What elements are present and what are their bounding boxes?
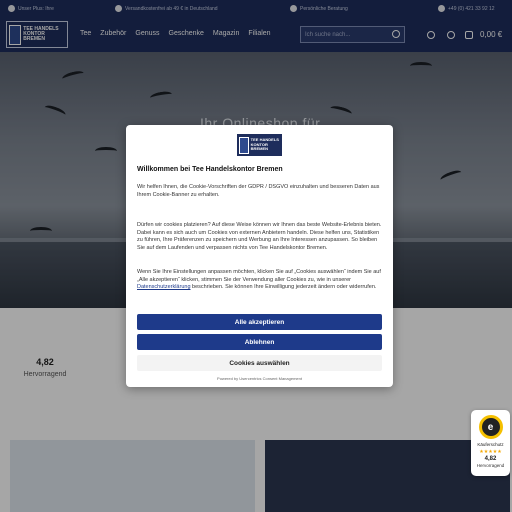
dialog-title: Willkommen bei Tee Handelskontor Bremen xyxy=(137,166,283,173)
dialog-settings-text: Wenn Sie Ihre Einstellungen anpassen möc… xyxy=(137,269,383,292)
logo-house-icon xyxy=(239,136,249,154)
consent-powered-by: Powered by Usercentrics Consent Manageme… xyxy=(217,376,302,381)
trust-seal-icon: e xyxy=(478,415,503,439)
select-cookies-button[interactable]: Cookies auswählen xyxy=(137,355,382,371)
trust-badge[interactable]: e Käuferschutz ★★★★★ 4,82 Hervorragend xyxy=(471,410,510,476)
privacy-policy-link[interactable]: Datenschutzerklärung xyxy=(137,284,191,290)
settings-text-before: Wenn Sie Ihre Einstellungen anpassen möc… xyxy=(137,269,381,283)
badge-label: Hervorragend xyxy=(476,463,505,468)
badge-title: Käuferschutz xyxy=(477,442,504,447)
cookie-consent-dialog: TEE HANDELS KONTOR BREMEN Willkommen bei… xyxy=(126,125,393,387)
settings-text-after: beschrieben. Sie können Ihre Einwilligun… xyxy=(190,284,377,291)
accept-all-button[interactable]: Alle akzeptieren xyxy=(137,314,382,330)
decline-button[interactable]: Ablehnen xyxy=(137,334,382,350)
dialog-logo-text: TEE HANDELS KONTOR BREMEN xyxy=(250,137,279,152)
dialog-logo: TEE HANDELS KONTOR BREMEN xyxy=(237,134,282,156)
badge-stars: ★★★★★ xyxy=(479,449,502,455)
dialog-body-text: Dürfen wir cookies platzieren? Auf diese… xyxy=(137,222,382,251)
badge-score: 4,82 xyxy=(484,456,497,462)
dialog-intro-text: Wir helfen Ihnen, die Cookie-Vorschrifte… xyxy=(137,184,380,198)
